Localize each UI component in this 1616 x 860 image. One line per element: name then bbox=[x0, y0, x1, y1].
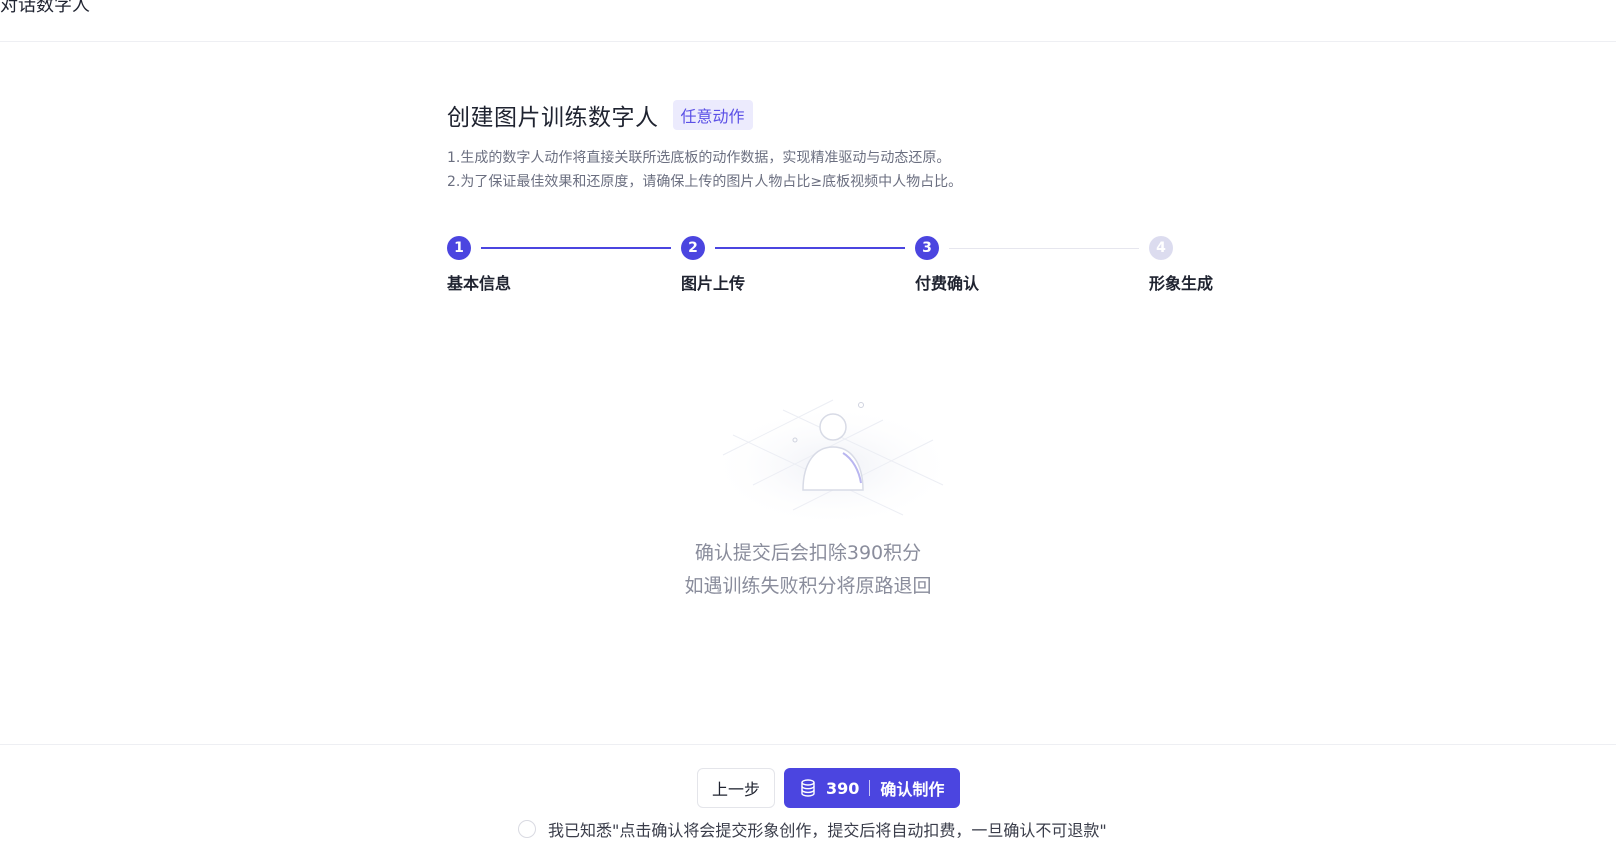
notes: 1.生成的数字人动作将直接关联所选底板的动作数据，实现精准驱动与动态还原。 2.… bbox=[447, 146, 1227, 194]
note-line: 1.生成的数字人动作将直接关联所选底板的动作数据，实现精准驱动与动态还原。 bbox=[447, 150, 951, 166]
person-placeholder-icon bbox=[703, 385, 963, 525]
confirm-create-button[interactable]: 390 确认制作 bbox=[784, 768, 961, 808]
header-title: 对话数字人 bbox=[0, 0, 90, 16]
footer: 上一步 390 确认制作 我已知悉"点击确认将会提交形象创作，提交后将自动扣费，… bbox=[0, 744, 1616, 860]
type-tag: 任意动作 bbox=[672, 100, 753, 130]
step-number: 1 bbox=[447, 236, 471, 260]
title-row: 创建图片训练数字人 任意动作 bbox=[447, 98, 1227, 132]
step-label: 形象生成 bbox=[1149, 274, 1214, 293]
header: 对话数字人 bbox=[0, 0, 1616, 42]
stepper: 1 基本信息 2 图片上传 3 付费确认 4 形象生成 bbox=[447, 236, 1227, 296]
page: 对话数字人 创建图片训练数字人 任意动作 1.生成的数字人动作将直接关联所选底板… bbox=[0, 0, 1616, 860]
step-label: 付费确认 bbox=[915, 274, 980, 293]
step-number: 4 bbox=[1149, 236, 1173, 260]
step-payment-confirm: 3 付费确认 bbox=[915, 236, 979, 294]
step-label: 基本信息 bbox=[447, 274, 512, 293]
agreement-text: 我已知悉"点击确认将会提交形象创作，提交后将自动扣费，一旦确认不可退款" bbox=[548, 821, 1107, 840]
page-title: 创建图片训练数字人 bbox=[447, 105, 659, 131]
agreement-checkbox[interactable] bbox=[518, 820, 536, 838]
prev-step-button[interactable]: 上一步 bbox=[697, 768, 776, 808]
coin-stack-icon bbox=[800, 779, 816, 797]
cost-value: 390 bbox=[826, 778, 860, 798]
step-number: 2 bbox=[681, 236, 705, 260]
note-line: 2.为了保证最佳效果和还原度，请确保上传的图片人物占比≥底板视频中人物占比。 bbox=[447, 174, 963, 190]
step-label: 图片上传 bbox=[681, 274, 746, 293]
step-number: 3 bbox=[915, 236, 939, 260]
button-row: 上一步 390 确认制作 bbox=[697, 768, 961, 808]
button-divider bbox=[869, 780, 871, 796]
agreement-row: 我已知悉"点击确认将会提交形象创作，提交后将自动扣费，一旦确认不可退款" bbox=[518, 817, 1107, 841]
main-content: 创建图片训练数字人 任意动作 1.生成的数字人动作将直接关联所选底板的动作数据，… bbox=[447, 98, 1227, 194]
step-basic-info: 1 基本信息 bbox=[447, 236, 511, 294]
refund-info: 如遇训练失败积分将原路退回 bbox=[684, 575, 932, 597]
deduction-info: 确认提交后会扣除390积分 bbox=[694, 542, 922, 564]
step-avatar-generation: 4 形象生成 bbox=[1149, 236, 1213, 294]
confirm-label: 确认制作 bbox=[880, 780, 945, 799]
step-image-upload: 2 图片上传 bbox=[681, 236, 745, 294]
